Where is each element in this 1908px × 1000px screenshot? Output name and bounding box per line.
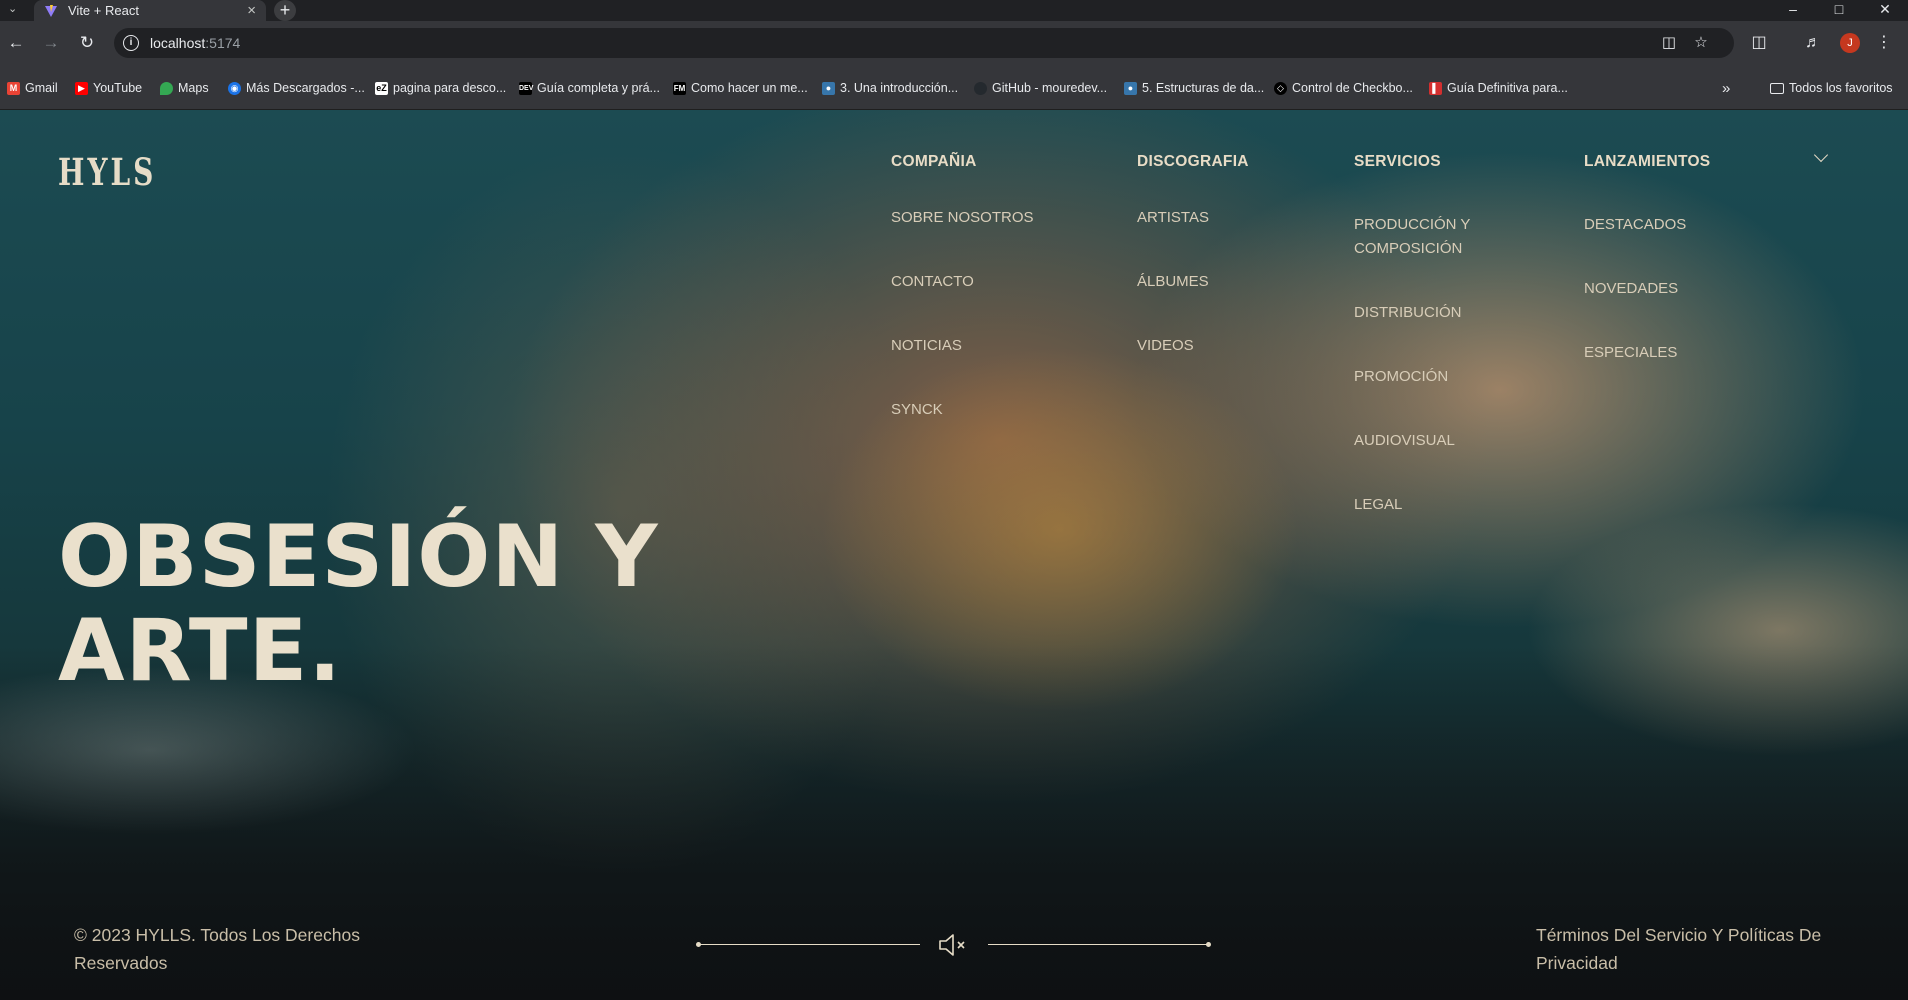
profile-avatar[interactable]: J <box>1840 33 1860 53</box>
red-icon: ▌ <box>1429 81 1442 95</box>
tab-close-icon[interactable]: × <box>247 2 256 19</box>
maximize-button[interactable]: □ <box>1816 0 1862 21</box>
bookmark-github[interactable]: GitHub - mouredev... <box>974 80 1107 96</box>
vite-favicon-icon <box>45 4 57 17</box>
nav-column-services: SERVICIOS PRODUCCIÓN Y COMPOSICIÓN DISTR… <box>1354 153 1470 513</box>
gmail-icon: M <box>7 81 20 95</box>
nav-column-releases: LANZAMIENTOS DESTACADOS NOVEDADES ESPECI… <box>1584 153 1710 361</box>
bookmark-maps[interactable]: Maps <box>160 80 209 96</box>
maps-icon <box>160 81 173 95</box>
nav-link-videos[interactable]: VIDEOS <box>1137 334 1194 358</box>
tab-list-chevron-icon[interactable]: ⌄ <box>8 0 17 21</box>
nav-column-discography: DISCOGRAFIA ARTISTAS ÁLBUMES VIDEOS <box>1137 153 1249 354</box>
nav-link-especiales[interactable]: ESPECIALES <box>1584 341 1677 365</box>
terms-link[interactable]: Términos Del Servicio Y Políticas De Pri… <box>1536 921 1876 977</box>
github-icon <box>974 81 987 95</box>
site-logo[interactable]: HYLS <box>58 150 156 195</box>
nav-link-audiovisual[interactable]: AUDIOVISUAL <box>1354 429 1455 453</box>
url-text[interactable]: localhost:5174 <box>150 35 240 51</box>
extensions-icon[interactable]: ◫ <box>1748 32 1770 54</box>
browser-toolbar: ← → ↻ i localhost:5174 ◫ ☆ ◫ ♬ J ⋮ <box>0 21 1908 65</box>
tab-title: Vite + React <box>68 3 139 18</box>
ez-icon: eZ <box>375 81 388 95</box>
hero-line-2: ARTE. <box>58 601 342 701</box>
more-bookmarks-icon[interactable]: » <box>1722 80 1730 97</box>
nav-heading-services[interactable]: SERVICIOS <box>1354 153 1441 171</box>
address-bar[interactable]: i localhost:5174 ◫ ☆ <box>114 28 1734 58</box>
bookmark-pagina[interactable]: eZ pagina para desco... <box>375 80 506 96</box>
copyright-text: © 2023 HYLLS. Todos Los Derechos Reserva… <box>74 925 360 973</box>
new-tab-button[interactable]: + <box>274 0 296 21</box>
nav-link-destacados[interactable]: DESTACADOS <box>1584 213 1686 237</box>
youtube-icon: ▶ <box>75 81 88 95</box>
nav-link-novedades[interactable]: NOVEDADES <box>1584 277 1678 301</box>
browser-tab[interactable]: Vite + React × <box>34 0 266 21</box>
bookmark-mas-descargados[interactable]: ◉ Más Descargados -... <box>228 80 365 96</box>
media-control-icon[interactable]: ♬ <box>1802 32 1824 54</box>
minimize-button[interactable]: – <box>1770 0 1816 21</box>
bookmark-star-icon[interactable]: ☆ <box>1691 33 1711 53</box>
mute-speaker-icon[interactable] <box>936 932 970 958</box>
bookmark-youtube[interactable]: ▶ YouTube <box>75 80 142 96</box>
chevron-down-icon[interactable] <box>1813 147 1829 163</box>
hero-line-1: OBSESIÓN Y <box>58 507 659 607</box>
translate-icon[interactable]: ◫ <box>1659 33 1679 53</box>
nav-link-produccion[interactable]: PRODUCCIÓN Y COMPOSICIÓN <box>1354 213 1504 261</box>
audio-control <box>696 932 1212 958</box>
site-info-icon[interactable]: i <box>123 35 139 51</box>
python-icon: ● <box>822 81 835 95</box>
bookmark-guia-definitiva[interactable]: ▌ Guía Definitiva para... <box>1429 80 1568 96</box>
nav-link-synck[interactable]: SYNCK <box>891 398 943 422</box>
reload-icon[interactable]: ↻ <box>76 32 98 54</box>
bookmark-control-checkbox[interactable]: ◇ Control de Checkbo... <box>1274 80 1413 96</box>
nav-link-contacto[interactable]: CONTACTO <box>891 270 974 294</box>
nav-column-company: COMPAÑIA SOBRE NOSOTROS CONTACTO NOTICIA… <box>891 153 1034 418</box>
eye-icon: ◉ <box>228 81 241 95</box>
bookmark-como-hacer[interactable]: FM Como hacer un me... <box>673 80 808 96</box>
nav-link-noticias[interactable]: NOTICIAS <box>891 334 962 358</box>
fm-icon: FM <box>673 81 686 95</box>
audio-line-right-end <box>1206 942 1211 947</box>
all-bookmarks[interactable]: Todos los favoritos <box>1770 80 1893 96</box>
nav-heading-discography[interactable]: DISCOGRAFIA <box>1137 153 1249 171</box>
browser-menu-icon[interactable]: ⋮ <box>1873 32 1895 54</box>
nav-link-artistas[interactable]: ARTISTAS <box>1137 206 1209 230</box>
tab-strip: ⌄ Vite + React × + – □ ✕ <box>0 0 1908 21</box>
hero-heading: OBSESIÓN Y ARTE. <box>58 510 758 698</box>
nav-heading-company[interactable]: COMPAÑIA <box>891 153 977 171</box>
audio-line-left <box>698 944 920 946</box>
nav-link-distribucion[interactable]: DISTRIBUCIÓN <box>1354 301 1462 325</box>
dev-icon: DEV <box>519 81 533 95</box>
bookmark-estructuras[interactable]: ● 5. Estructuras de da... <box>1124 80 1264 96</box>
nav-link-promocion[interactable]: PROMOCIÓN <box>1354 365 1448 389</box>
bookmarks-bar: M Gmail ▶ YouTube Maps ◉ Más Descargados -.… <box>0 65 1908 110</box>
python-icon: ● <box>1124 81 1137 95</box>
nav-heading-releases[interactable]: LANZAMIENTOS <box>1584 153 1710 171</box>
audio-line-right <box>988 944 1208 946</box>
back-arrow-icon[interactable]: ← <box>5 32 27 54</box>
page-viewport: HYLS COMPAÑIA SOBRE NOSOTROS CONTACTO NO… <box>0 110 1908 1000</box>
bookmark-gmail[interactable]: M Gmail <box>7 80 58 96</box>
folder-icon <box>1770 82 1784 94</box>
forward-arrow-icon[interactable]: → <box>40 32 62 54</box>
nav-link-albumes[interactable]: ÁLBUMES <box>1137 270 1209 294</box>
nav-link-legal[interactable]: LEGAL <box>1354 493 1402 517</box>
codepen-icon: ◇ <box>1274 81 1287 95</box>
bookmark-introduccion[interactable]: ● 3. Una introducción... <box>822 80 958 96</box>
nav-link-sobre-nosotros[interactable]: SOBRE NOSOTROS <box>891 206 1034 230</box>
close-window-button[interactable]: ✕ <box>1862 0 1908 21</box>
bookmark-guia-completa[interactable]: DEV Guía completa y prá... <box>519 80 660 96</box>
